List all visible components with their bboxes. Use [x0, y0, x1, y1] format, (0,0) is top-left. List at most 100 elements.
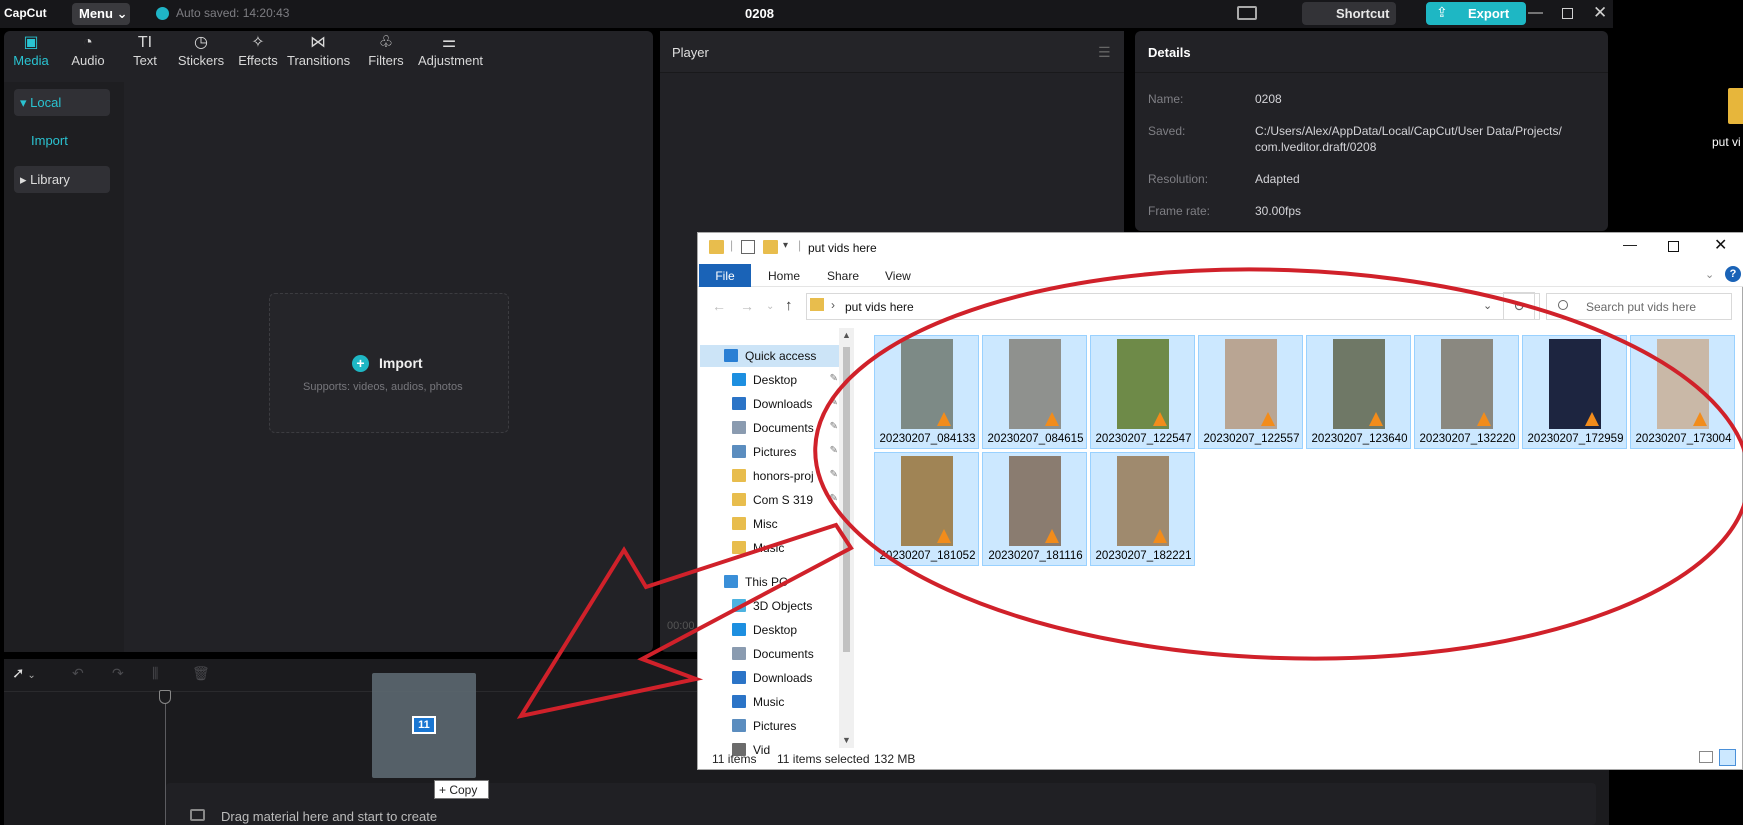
tab-view[interactable]: View [885, 269, 911, 283]
file-tile[interactable]: 20230207_122557 [1198, 335, 1303, 449]
nav-item-label: Desktop [753, 373, 798, 387]
tool-audio[interactable]: ◔ Audio [57, 33, 119, 68]
file-tile[interactable]: 20230207_181116 [982, 452, 1087, 566]
nav-item-this-pc[interactable]: This PC [700, 571, 840, 593]
screen: CapCut Menu ⌄ Auto saved: 14:20:43 0208 … [0, 0, 1743, 825]
detail-resolution-value: Adapted [1255, 172, 1300, 186]
nav-item-pictures[interactable]: Pictures [700, 715, 840, 737]
select-cursor-icon[interactable]: ➚ ⌄ [12, 664, 36, 682]
import-label[interactable]: Import [379, 355, 423, 371]
address-dropdown-icon[interactable]: ⌄ [1483, 299, 1492, 312]
nav-item-documents[interactable]: Documents [700, 643, 840, 665]
properties-icon[interactable] [741, 240, 755, 254]
ribbon-expand-icon[interactable]: ⌄ [1705, 268, 1714, 281]
tool-text[interactable]: TI Text [114, 33, 176, 68]
back-arrow-icon[interactable]: ← [712, 298, 726, 314]
address-path[interactable]: put vids here [845, 300, 914, 314]
file-tile[interactable]: 20230207_084133 [874, 335, 979, 449]
customize-dropdown-icon[interactable]: ▾ [783, 240, 788, 251]
search-icon [1558, 300, 1568, 310]
file-tile[interactable]: 20230207_182221 [1090, 452, 1195, 566]
forward-arrow-icon[interactable]: → [740, 298, 754, 314]
vlc-icon [1153, 412, 1167, 426]
minimize-icon[interactable]: — [1528, 4, 1543, 21]
search-placeholder[interactable]: Search put vids here [1586, 300, 1696, 314]
file-tile[interactable]: 20230207_181052 [874, 452, 979, 566]
file-name: 20230207_181052 [879, 550, 976, 562]
file-tile[interactable]: 20230207_132220 [1414, 335, 1519, 449]
desktop-icon [732, 373, 746, 386]
split-icon[interactable]: ⫼ [152, 665, 158, 682]
tab-file[interactable]: File [699, 264, 751, 287]
redo-icon[interactable]: ↷ [112, 665, 124, 682]
hamburger-icon[interactable]: ☰ [1098, 44, 1111, 61]
explorer-close-icon[interactable]: ✕ [1714, 235, 1727, 255]
nav-item-downloads[interactable]: Downloads ✎ [700, 393, 840, 415]
refresh-icon[interactable]: ↻ [1503, 292, 1535, 320]
scroll-down-icon[interactable]: ▼ [842, 735, 851, 745]
tool-stickers[interactable]: ◷ Stickers [170, 33, 232, 68]
nav-item-music[interactable]: Music [700, 537, 840, 559]
nav-item-com-s-319[interactable]: Com S 319 ✎ [700, 489, 840, 511]
tab-share[interactable]: Share [827, 269, 859, 283]
pin-icon: ✎ [829, 397, 838, 408]
shortcut-button[interactable]: Shortcut [1302, 2, 1396, 25]
file-tile[interactable]: 20230207_084615 [982, 335, 1087, 449]
tool-media[interactable]: ▣ Media [0, 33, 62, 68]
delete-icon[interactable]: 🗑 [192, 665, 210, 682]
sidebar-item-import[interactable]: Import [31, 133, 68, 148]
nav-item-music[interactable]: Music [700, 691, 840, 713]
nav-item-quick-access[interactable]: Quick access [700, 345, 840, 367]
new-folder-icon[interactable] [763, 240, 778, 254]
sidebar-item-local[interactable]: ▾ Local [14, 89, 110, 116]
layout-icon[interactable] [1237, 6, 1257, 20]
desktop-folder-icon[interactable] [1728, 88, 1743, 124]
tool-filters[interactable]: ♧ Filters [355, 33, 417, 68]
recent-locations-icon[interactable]: ⌄ [766, 301, 774, 312]
tool-effects[interactable]: ✧ Effects [227, 33, 289, 68]
details-view-icon[interactable] [1699, 751, 1713, 763]
close-icon[interactable]: ✕ [1593, 3, 1607, 23]
detail-name-key: Name: [1148, 92, 1184, 106]
file-tile[interactable]: 20230207_172959 [1522, 335, 1627, 449]
undo-icon[interactable]: ↶ [72, 665, 84, 682]
address-bar[interactable] [806, 293, 1540, 320]
large-icons-view-icon[interactable] [1719, 749, 1736, 766]
file-name: 20230207_123640 [1311, 433, 1408, 445]
sidebar-item-library[interactable]: ▸ Library [14, 166, 110, 193]
nav-item-misc[interactable]: Misc [700, 513, 840, 535]
explorer-maximize-icon[interactable] [1668, 241, 1679, 252]
maximize-icon[interactable] [1562, 8, 1573, 19]
desktop-folder-label[interactable]: put vi [1712, 135, 1741, 149]
vlc-icon [1693, 412, 1707, 426]
nav-item-desktop[interactable]: Desktop [700, 619, 840, 641]
sidebar-library-label: Library [30, 172, 70, 187]
scroll-up-icon[interactable]: ▲ [842, 330, 851, 340]
nav-scrollbar-thumb[interactable] [843, 347, 850, 652]
file-tile[interactable]: 20230207_122547 [1090, 335, 1195, 449]
explorer-title: put vids here [808, 241, 877, 255]
breadcrumb-chevron-icon[interactable]: › [831, 298, 835, 312]
tool-label: Stickers [177, 53, 225, 68]
tool-transitions[interactable]: ⋈ Transitions [287, 33, 350, 68]
nav-item-downloads[interactable]: Downloads [700, 667, 840, 689]
saved-check-icon [156, 7, 169, 20]
nav-item-3d-objects[interactable]: 3D Objects [700, 595, 840, 617]
nav-item-pictures[interactable]: Pictures ✎ [700, 441, 840, 463]
nav-item-documents[interactable]: Documents ✎ [700, 417, 840, 439]
vlc-icon [937, 529, 951, 543]
nav-item-honors-proj[interactable]: honors-proj ✎ [700, 465, 840, 487]
nav-item-desktop[interactable]: Desktop ✎ [700, 369, 840, 391]
playhead-handle[interactable] [159, 690, 171, 704]
tool-adjustment[interactable]: ⚌ Adjustment [418, 33, 483, 68]
help-icon[interactable]: ? [1725, 266, 1741, 282]
detail-resolution-key: Resolution: [1148, 172, 1209, 186]
up-arrow-icon[interactable]: ↑ [785, 297, 793, 314]
tab-home[interactable]: Home [768, 269, 800, 283]
menu-button[interactable]: Menu ⌄ [72, 3, 130, 25]
file-tile[interactable]: 20230207_123640 [1306, 335, 1411, 449]
file-name: 20230207_182221 [1095, 550, 1192, 562]
explorer-minimize-icon[interactable]: — [1623, 236, 1637, 252]
menu-label: Menu [79, 6, 113, 21]
file-tile[interactable]: 20230207_173004 [1630, 335, 1735, 449]
